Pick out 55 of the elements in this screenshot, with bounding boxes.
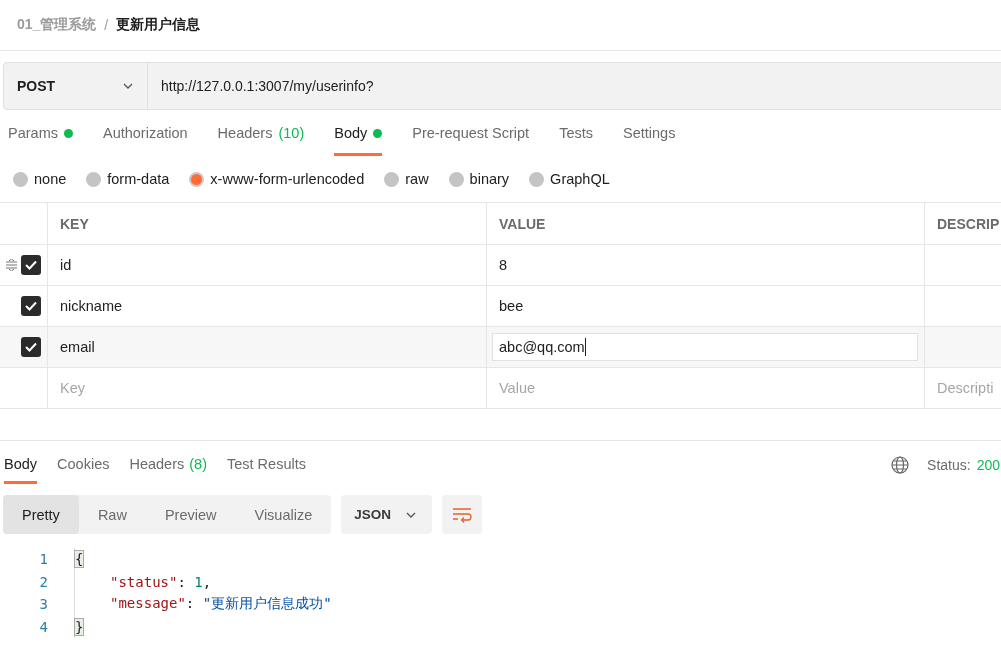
table-row[interactable]: email abc@qq.com: [0, 327, 1001, 368]
column-header: VALUE: [487, 203, 925, 244]
breadcrumb-separator: /: [104, 17, 109, 33]
view-mode-tab[interactable]: Raw: [78, 495, 146, 534]
column-header: DESCRIP: [925, 203, 1001, 244]
checkbox[interactable]: [21, 296, 41, 316]
code-line: "message": "更新用户信息成功": [109, 595, 332, 614]
response-tab[interactable]: Headers (8): [129, 446, 215, 484]
line-number: 3: [38, 596, 49, 613]
line-number: 2: [38, 573, 49, 590]
code-line: "status": 1,: [109, 573, 212, 590]
drag-handle-icon[interactable]: [5, 259, 18, 271]
table-row[interactable]: nickname bee: [0, 286, 1001, 327]
checkmark-icon: [24, 299, 38, 313]
body-type-radio[interactable]: x-www-form-urlencoded: [189, 171, 365, 187]
view-mode-tab[interactable]: Pretty: [3, 495, 79, 534]
checkmark-icon: [24, 258, 38, 272]
response-tab[interactable]: Test Results: [227, 446, 314, 484]
globe-icon[interactable]: [891, 456, 910, 474]
request-tab[interactable]: Authorization: [102, 110, 188, 156]
body-type-radio[interactable]: binary: [448, 171, 510, 187]
value-cell[interactable]: bee: [487, 286, 925, 326]
request-tab[interactable]: Headers (10): [217, 110, 305, 156]
line-number: 1: [38, 551, 49, 568]
request-tab[interactable]: Pre-request Script: [412, 110, 530, 156]
status-code: 200: [976, 457, 1000, 473]
status-label: Status:: [927, 457, 971, 473]
checkbox[interactable]: [21, 337, 41, 357]
body-type-radio[interactable]: none: [13, 171, 67, 187]
request-tab[interactable]: Params: [8, 110, 73, 156]
request-tab[interactable]: Body: [334, 110, 383, 156]
format-dropdown[interactable]: JSON: [341, 495, 432, 534]
line-number: 4: [38, 618, 49, 635]
key-cell[interactable]: id: [48, 245, 487, 285]
checkmark-icon: [24, 340, 38, 354]
header-count: (8): [189, 455, 207, 472]
request-tab[interactable]: Tests: [559, 110, 593, 156]
value-field[interactable]: abc@qq.com: [492, 333, 918, 361]
key-cell[interactable]: email: [48, 327, 487, 367]
response-tab[interactable]: Body: [4, 446, 38, 484]
request-tab[interactable]: Settings: [623, 110, 676, 156]
request-title: 更新用户信息: [116, 16, 201, 34]
wrap-lines-icon: [452, 506, 472, 523]
body-type-radio[interactable]: GraphQL: [529, 171, 610, 187]
key-cell[interactable]: nickname: [48, 286, 487, 326]
value-cell[interactable]: 8: [487, 245, 925, 285]
view-mode-tab[interactable]: Visualize: [235, 495, 332, 534]
view-mode-tab[interactable]: Preview: [145, 495, 236, 534]
table-row[interactable]: id 8: [0, 245, 1001, 286]
checkbox[interactable]: [21, 255, 41, 275]
header-count: (10): [278, 125, 305, 141]
response-tab[interactable]: Cookies: [57, 446, 118, 484]
column-header: KEY: [48, 203, 487, 244]
body-type-radio[interactable]: raw: [384, 171, 429, 187]
body-type-radio[interactable]: form-data: [86, 171, 170, 187]
